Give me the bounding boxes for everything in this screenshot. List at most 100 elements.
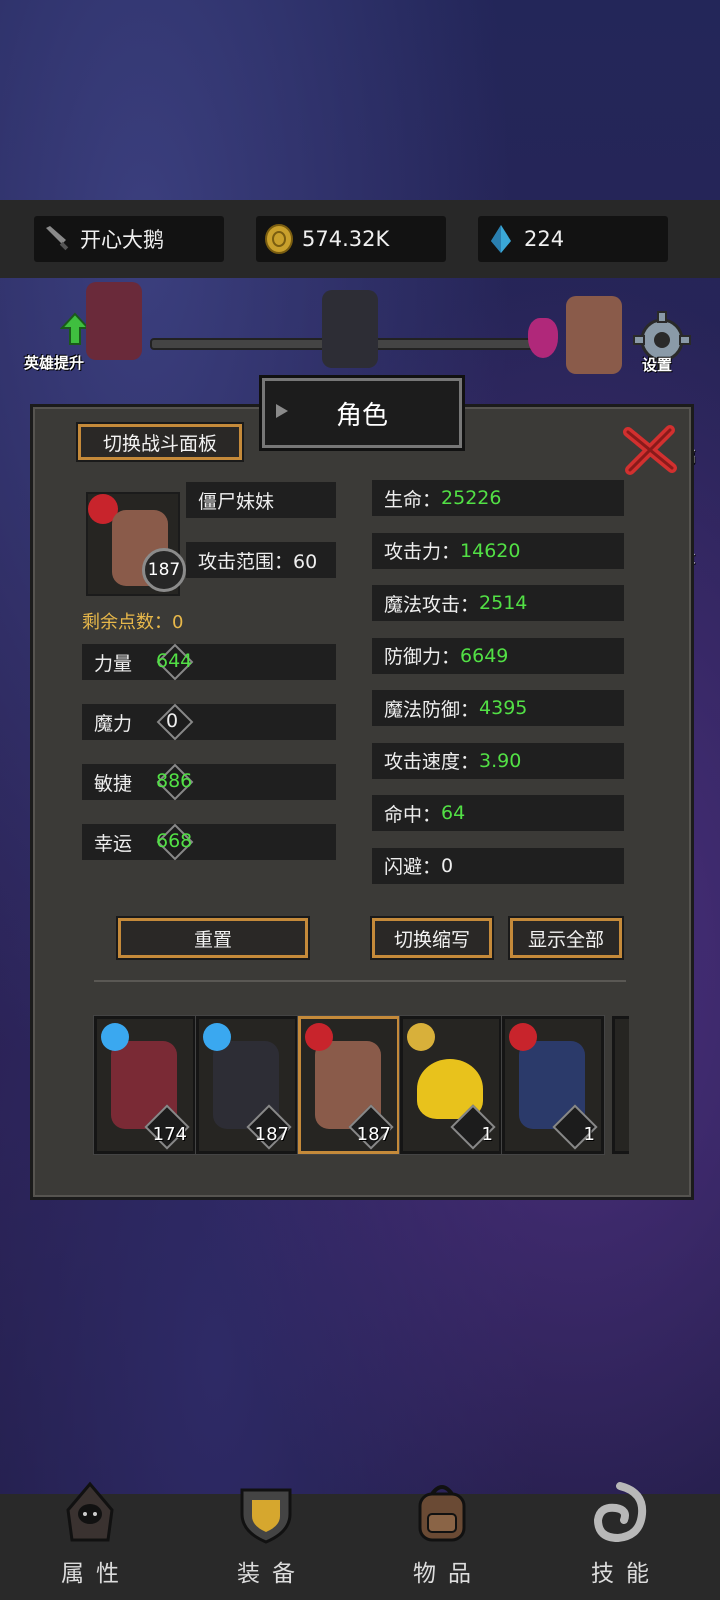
panel-title-plate: 角色: [262, 378, 462, 448]
panel-title: 角色: [335, 400, 388, 431]
star-icon: [407, 1023, 435, 1051]
toggle-abbreviation-button[interactable]: 切换缩写: [372, 918, 492, 958]
derived-stat-row: 防御力： 6649: [372, 637, 624, 674]
water-drop-icon: [101, 1023, 129, 1051]
attack-range-field: 攻击范围：60: [186, 542, 336, 578]
witch-hero-portrait: [86, 282, 142, 360]
derived-stat-value: 4395: [479, 697, 528, 719]
hooded-hero-marker: [322, 290, 378, 368]
nav-attributes-label: 属性: [61, 1561, 131, 1587]
boxing-glove-icon: [509, 1023, 537, 1051]
derived-stat-value: 0: [441, 854, 454, 877]
derived-stat-row: 攻击力： 14620: [372, 532, 624, 569]
gem-box[interactable]: 224: [478, 216, 668, 262]
character-name-field: 僵尸妹妹: [186, 482, 336, 518]
nav-skills[interactable]: 技能: [560, 1474, 680, 1600]
derived-stat-label: 攻击速度：: [384, 751, 480, 773]
player-name: 开心大鹅: [80, 228, 164, 252]
derived-stat-value: 3.90: [479, 749, 522, 772]
derived-stat-value: 64: [441, 802, 466, 824]
derived-stat-label: 闪避：: [384, 856, 442, 878]
switch-battle-panel-label: 切换战斗面板: [102, 432, 217, 455]
show-all-button[interactable]: 显示全部: [510, 918, 622, 958]
gold-box[interactable]: 574.32K: [256, 216, 446, 262]
water-drop-icon: [203, 1023, 231, 1051]
roster-card-level: 1: [481, 1124, 493, 1145]
derived-stat-value: 2514: [479, 592, 528, 614]
swirl-icon: [593, 1482, 647, 1543]
derived-stat-label: 攻击力：: [384, 541, 461, 563]
derived-stat-label: 生命：: [384, 488, 442, 511]
nav-equipment[interactable]: 装备: [206, 1474, 326, 1600]
shield-icon: [240, 1488, 292, 1544]
nav-skills-label: 技能: [591, 1561, 661, 1587]
base-stat-label: 魔力: [94, 712, 133, 735]
backpack-icon: [418, 1485, 466, 1542]
panel-divider: [94, 980, 626, 982]
roster-card[interactable]: 187: [298, 1016, 400, 1154]
base-stat-value: 0: [166, 710, 179, 732]
nav-attributes[interactable]: 属性: [30, 1474, 150, 1600]
base-stat-value: 886: [156, 770, 193, 792]
player-name-box[interactable]: 开心大鹅: [34, 216, 224, 262]
derived-stat-row: 攻击速度： 3.90: [372, 742, 624, 779]
derived-stat-row: 生命： 25226: [372, 480, 624, 516]
roster-card[interactable]: 187: [196, 1016, 298, 1154]
derived-stat-label: 魔法防御：: [384, 698, 480, 721]
gem-amount: 224: [524, 227, 565, 251]
hero-upgrade-label: 英雄提升: [24, 354, 85, 372]
roster-overflow-card[interactable]: [612, 1016, 629, 1154]
nav-equipment-label: 装备: [237, 1561, 307, 1587]
derived-stat-value: 25226: [441, 487, 502, 509]
base-stat-label: 敏捷: [94, 772, 133, 795]
derived-stat-row: 闪避： 0: [372, 847, 624, 884]
boxing-glove-icon: [305, 1023, 333, 1051]
hooded-figure-icon: [66, 1481, 114, 1542]
roster-card[interactable]: 1: [502, 1016, 604, 1154]
derived-stat-label: 防御力：: [384, 646, 461, 668]
base-stat-label: 力量: [94, 652, 133, 675]
switch-battle-panel-button[interactable]: 切换战斗面板: [78, 424, 242, 460]
title-arrow-icon: [276, 404, 288, 418]
character-level-badge: 187: [142, 548, 186, 592]
derived-stat-row: 魔法防御： 4395: [372, 690, 624, 726]
show-all-label: 显示全部: [527, 928, 604, 951]
reset-label: 重置: [193, 928, 232, 951]
base-stat-value: 644: [156, 650, 193, 672]
settings-button[interactable]: 设置: [630, 310, 694, 380]
roster-card-level: 187: [254, 1124, 289, 1145]
derived-stat-value: 6649: [460, 644, 509, 667]
toggle-abbreviation-label: 切换缩写: [393, 928, 470, 951]
character-portrait[interactable]: 187: [86, 492, 186, 596]
nav-items-label: 物品: [413, 1561, 483, 1587]
crystal-icon: [484, 222, 518, 256]
derived-stat-label: 魔法攻击：: [384, 593, 480, 616]
attack-range: 攻击范围：60: [198, 550, 318, 573]
base-stat-strength: 力量 644: [82, 643, 336, 681]
derived-stat-row: 魔法攻击： 2514: [372, 585, 624, 621]
base-stat-label: 幸运: [94, 832, 133, 855]
remaining-points: 剩余点数：0: [82, 612, 184, 633]
base-stat-value: 668: [156, 830, 193, 852]
derived-stat-row: 命中： 64: [372, 795, 624, 831]
derived-stat-label: 命中：: [384, 803, 442, 826]
roster-card-level: 1: [583, 1124, 595, 1145]
roster-card[interactable]: 174: [94, 1016, 196, 1154]
base-stat-luck: 幸运 668: [82, 823, 336, 861]
roster-card[interactable]: 1: [400, 1016, 502, 1154]
reset-button[interactable]: 重置: [118, 918, 308, 958]
derived-stat-value: 14620: [460, 539, 521, 562]
base-stat-agility: 敏捷 886: [82, 763, 336, 801]
gold-amount: 574.32K: [302, 227, 390, 251]
character-name: 僵尸妹妹: [198, 490, 275, 513]
sword-icon: [40, 222, 74, 256]
roster-card-level: 187: [356, 1124, 391, 1145]
hero-upgrade-button[interactable]: 英雄提升: [24, 282, 144, 380]
coin-icon: [262, 222, 296, 256]
demon-head-icon: [528, 318, 558, 358]
nav-items[interactable]: 物品: [382, 1474, 502, 1600]
settings-label: 设置: [642, 356, 673, 374]
character-level: 187: [147, 560, 181, 580]
zombie-hero-marker: [566, 296, 622, 374]
close-icon[interactable]: [620, 424, 680, 476]
